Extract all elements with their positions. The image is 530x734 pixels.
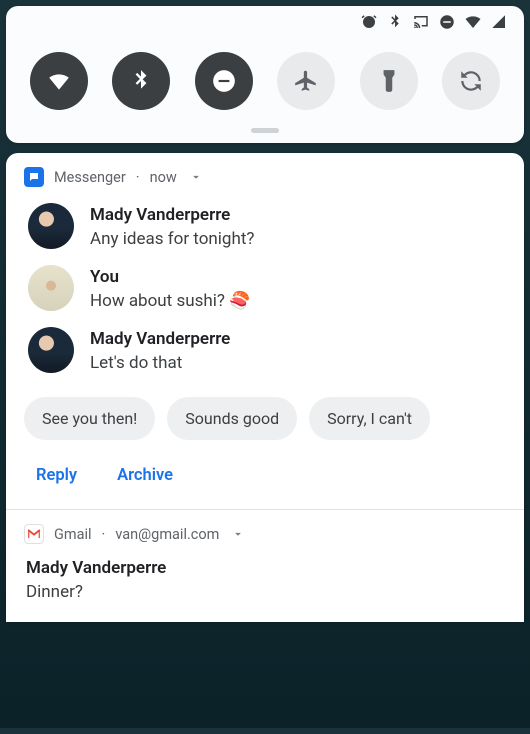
wifi-icon xyxy=(464,13,482,31)
avatar xyxy=(28,203,74,249)
separator-dot: · xyxy=(136,169,140,186)
notification-time: now xyxy=(150,169,177,186)
message-sender: Mady Vanderperre xyxy=(90,205,254,225)
email-subject: Dinner? xyxy=(6,578,524,602)
qs-tile-dnd[interactable] xyxy=(195,52,253,110)
avatar xyxy=(28,265,74,311)
smart-reply-chip[interactable]: Sounds good xyxy=(167,397,297,440)
messenger-icon xyxy=(24,167,44,187)
signal-icon xyxy=(490,13,508,31)
message-sender: You xyxy=(90,267,250,287)
message-text: How about sushi? 🍣 xyxy=(90,291,250,311)
qs-tile-flashlight[interactable] xyxy=(360,52,418,110)
message-item: Mady Vanderperre Any ideas for tonight? xyxy=(6,193,524,255)
quick-settings-panel xyxy=(6,6,524,143)
alarm-icon xyxy=(360,13,378,31)
smart-reply-row: See you then! Sounds good Sorry, I can't xyxy=(6,379,524,444)
separator-dot: · xyxy=(102,526,106,543)
gmail-icon xyxy=(24,524,44,544)
email-sender: Mady Vanderperre xyxy=(6,554,524,578)
notification-app-name: Gmail xyxy=(54,526,92,543)
notification-actions: Reply Archive xyxy=(6,444,524,505)
cast-icon xyxy=(412,13,430,31)
message-text: Any ideas for tonight? xyxy=(90,229,254,249)
chevron-down-icon[interactable] xyxy=(189,170,203,184)
bluetooth-icon xyxy=(386,13,404,31)
status-bar xyxy=(6,6,524,34)
notification-header[interactable]: Gmail · van@gmail.com xyxy=(6,510,524,554)
notification-header[interactable]: Messenger · now xyxy=(6,153,524,193)
quick-settings-tiles xyxy=(6,34,524,116)
notification-account: van@gmail.com xyxy=(115,526,219,543)
smart-reply-chip[interactable]: Sorry, I can't xyxy=(309,397,430,440)
qs-drag-handle[interactable] xyxy=(251,128,279,133)
smart-reply-chip[interactable]: See you then! xyxy=(24,397,155,440)
dnd-icon xyxy=(438,13,456,31)
chevron-down-icon[interactable] xyxy=(231,527,245,541)
reply-button[interactable]: Reply xyxy=(36,466,77,485)
notification-shade: Messenger · now Mady Vanderperre Any ide… xyxy=(6,153,524,622)
qs-tile-airplane[interactable] xyxy=(277,52,335,110)
qs-tile-rotation[interactable] xyxy=(442,52,500,110)
archive-button[interactable]: Archive xyxy=(117,466,173,485)
message-sender: Mady Vanderperre xyxy=(90,329,230,349)
message-item: You How about sushi? 🍣 xyxy=(6,255,524,317)
message-item: Mady Vanderperre Let's do that xyxy=(6,317,524,379)
notification-app-name: Messenger xyxy=(54,169,126,186)
message-text: Let's do that xyxy=(90,353,230,373)
notification-card-gmail[interactable]: Gmail · van@gmail.com Mady Vanderperre D… xyxy=(6,510,524,622)
notification-card-messenger[interactable]: Messenger · now Mady Vanderperre Any ide… xyxy=(6,153,524,622)
avatar xyxy=(28,327,74,373)
qs-tile-wifi[interactable] xyxy=(30,52,88,110)
qs-tile-bluetooth[interactable] xyxy=(112,52,170,110)
